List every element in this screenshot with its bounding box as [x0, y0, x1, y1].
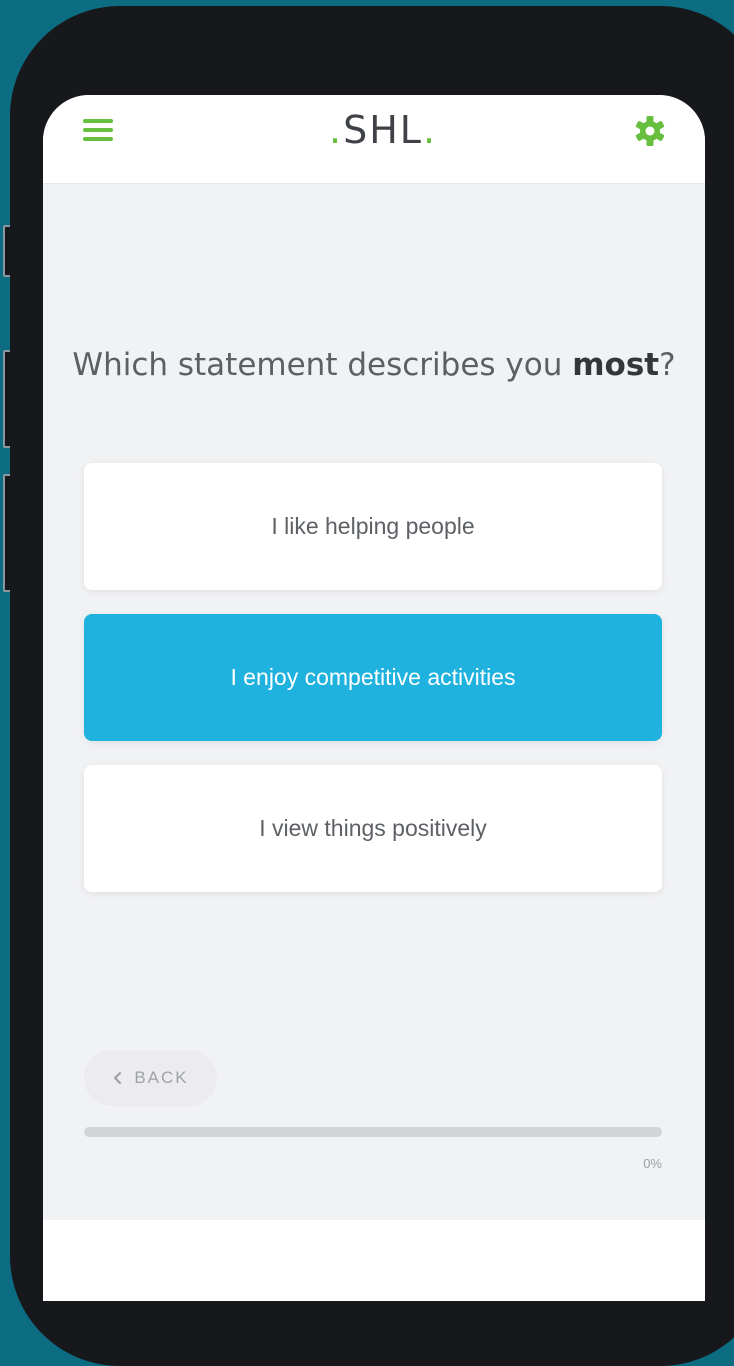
back-button-label: BACK — [134, 1068, 189, 1087]
progress-percentage: 0% — [643, 1156, 662, 1171]
shl-logo: .SHL. — [329, 108, 438, 152]
answer-option-label: I like helping people — [271, 513, 475, 539]
app-header: .SHL. — [43, 95, 705, 184]
progress-bar — [84, 1127, 662, 1137]
app-footer — [43, 1220, 705, 1301]
question-emphasis: most — [572, 347, 660, 383]
hamburger-menu-icon[interactable] — [83, 117, 113, 145]
answer-option-3[interactable]: I view things positively — [84, 765, 662, 892]
question-text: Which statement describes you most? — [43, 347, 705, 383]
question-prefix: Which statement describes you — [72, 347, 573, 383]
answer-option-2[interactable]: I enjoy competitive activities — [84, 614, 662, 741]
app-screen: .SHL. Which statement describes you most… — [43, 95, 705, 1301]
gear-icon[interactable] — [633, 114, 667, 148]
logo-text: SHL — [343, 108, 423, 152]
question-suffix: ? — [659, 347, 676, 383]
answer-option-label: I enjoy competitive activities — [230, 664, 516, 690]
chevron-left-icon — [114, 1071, 122, 1085]
answer-option-1[interactable]: I like helping people — [84, 463, 662, 590]
back-button[interactable]: BACK — [84, 1050, 217, 1106]
answer-option-label: I view things positively — [259, 815, 487, 841]
